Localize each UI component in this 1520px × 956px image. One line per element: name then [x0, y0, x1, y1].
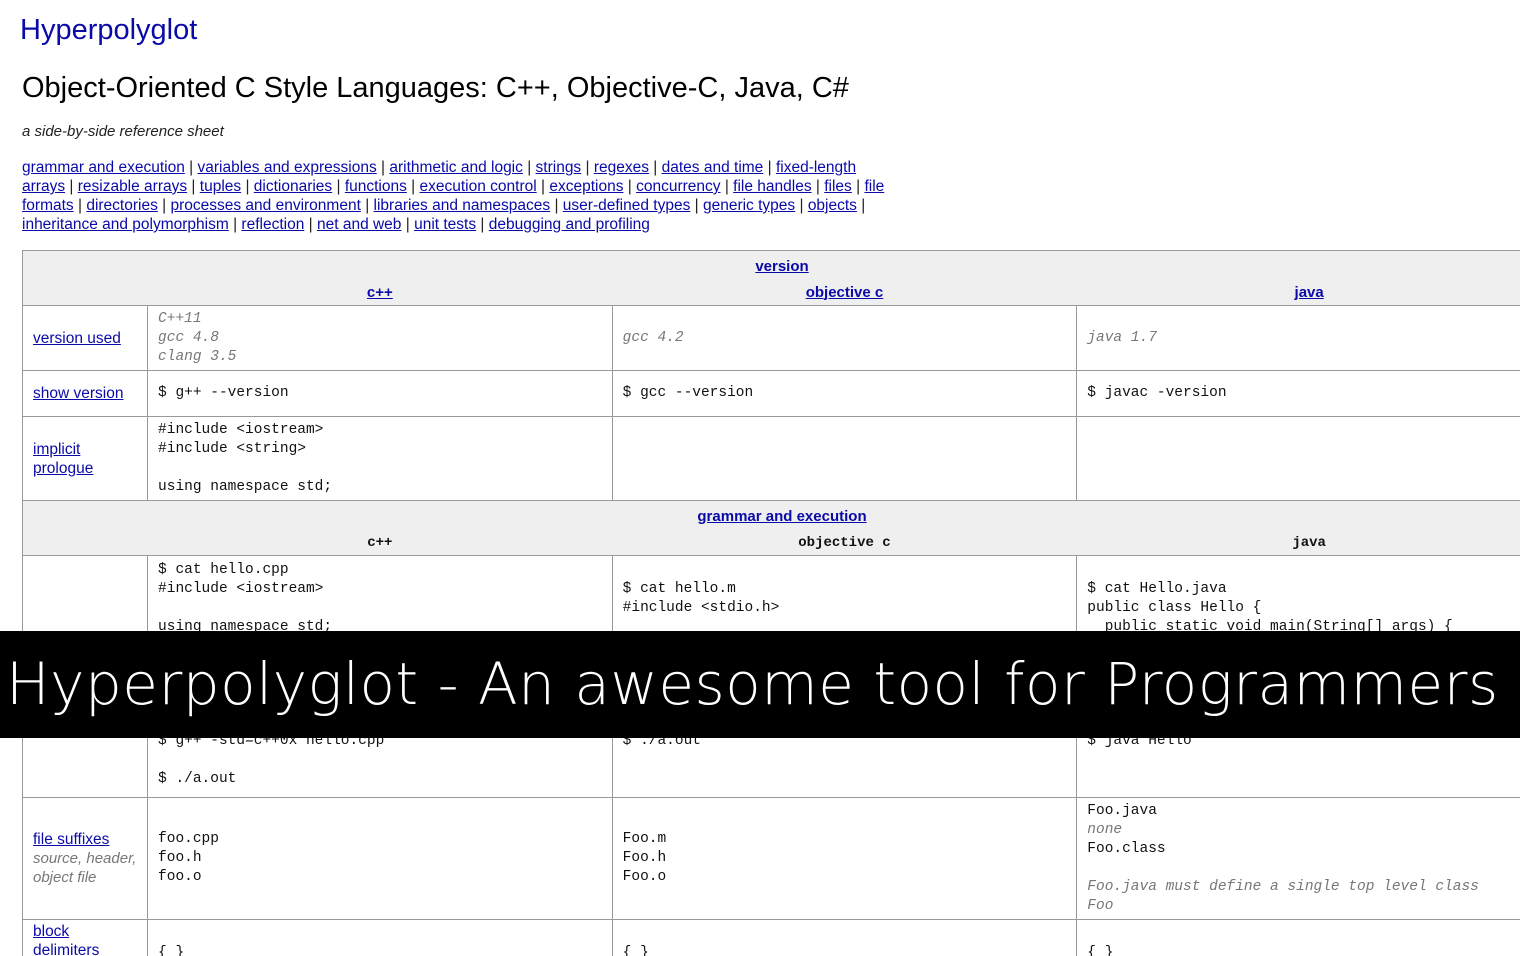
row-label-block-delimiters[interactable]: block delimiters: [33, 923, 99, 956]
table-row: show version $ g++ --version $ gcc --ver…: [21, 370, 1520, 417]
cell-java-version: java 1.7: [1087, 329, 1157, 346]
cell-objc-suffixes: Foo.m Foo.h Foo.o: [622, 831, 667, 885]
cell-cpp-suffixes: foo.cpp foo.h foo.o: [158, 831, 219, 885]
row-note-file-suffixes: source, header, object file: [33, 850, 137, 886]
section-header-version: version: [22, 250, 1520, 279]
lang-label-objc: objective c: [798, 535, 891, 551]
site-title-link[interactable]: Hyperpolyglot: [20, 12, 197, 48]
cell-cpp-hello-top: $ cat hello.cpp #include <iostream> usin…: [158, 562, 333, 635]
language-header-row: c++ objective c java: [21, 529, 1520, 556]
cell-cpp-block: { }: [158, 945, 185, 956]
page-subtitle: a side-by-side reference sheet: [22, 123, 224, 140]
row-label-implicit-prologue[interactable]: implicit prologue: [33, 441, 93, 477]
toc-link[interactable]: net and web: [317, 216, 401, 233]
reference-table: version c++ objective c java version use…: [21, 250, 1520, 956]
cell-java-suffix-note: Foo.java must define a single top level …: [1087, 878, 1479, 914]
cell-java-show-version: $ javac -version: [1087, 385, 1227, 401]
cell-java-block: { }: [1087, 945, 1114, 956]
section-header-grammar: grammar and execution: [22, 500, 1520, 529]
table-row: block delimiters { } { } { }: [21, 919, 1520, 956]
toc-link[interactable]: variables and expressions: [197, 159, 376, 176]
cell-java-hello-top: $ cat Hello.java public class Hello { pu…: [1087, 581, 1453, 635]
table-row: implicit prologue #include <iostream> #i…: [21, 416, 1520, 501]
table-of-contents: grammar and execution | variables and ex…: [22, 159, 885, 233]
toc-link[interactable]: dates and time: [662, 159, 764, 176]
cell-cpp-show-version: $ g++ --version: [158, 385, 289, 401]
row-label-version-used[interactable]: version used: [33, 330, 121, 347]
table-row: file suffixes source, header, object fil…: [21, 797, 1520, 920]
toc-link[interactable]: resizable arrays: [78, 178, 187, 195]
lang-link-java[interactable]: java: [1295, 284, 1324, 301]
cell-objc-block: { }: [622, 945, 649, 956]
cell-java-suffix-source: Foo.java: [1087, 802, 1157, 819]
toc-link[interactable]: grammar and execution: [22, 159, 185, 176]
cell-cpp-prologue: #include <iostream> #include <string> us…: [158, 421, 333, 495]
table-row: version used C++11 gcc 4.8 clang 3.5 gcc…: [21, 305, 1520, 371]
toc-link[interactable]: strings: [536, 159, 582, 176]
reference-page: Hyperpolyglot Object-Oriented C Style La…: [0, 0, 1520, 956]
toc-link[interactable]: processes and environment: [170, 197, 360, 214]
toc-link[interactable]: tuples: [200, 178, 241, 195]
toc-link[interactable]: objects: [808, 197, 857, 214]
toc-link[interactable]: concurrency: [636, 178, 720, 195]
cell-java-suffix-object: Foo.class: [1087, 840, 1166, 857]
lang-link-cpp[interactable]: c++: [367, 284, 393, 301]
toc-link[interactable]: user-defined types: [563, 197, 691, 214]
cell-cpp-version: C++11 gcc 4.8 clang 3.5: [158, 310, 237, 365]
row-label-show-version[interactable]: show version: [33, 385, 123, 402]
toc-link[interactable]: libraries and namespaces: [374, 197, 551, 214]
toc-link[interactable]: arithmetic and logic: [389, 159, 523, 176]
toc-link[interactable]: reflection: [241, 216, 304, 233]
toc-link[interactable]: execution control: [420, 178, 537, 195]
page-title: Object-Oriented C Style Languages: C++, …: [22, 72, 849, 104]
toc-link[interactable]: directories: [86, 197, 158, 214]
section-link-version[interactable]: version: [755, 258, 808, 275]
cell-cpp-hello-bottom: $ g++ -std=c++0x hello.cpp $ ./a.out: [158, 733, 385, 787]
toc-link[interactable]: exceptions: [549, 178, 623, 195]
toc-link[interactable]: functions: [345, 178, 407, 195]
lang-link-objc[interactable]: objective c: [806, 284, 884, 301]
cell-java-suffix-header: none: [1087, 821, 1123, 838]
cell-objc-show-version: $ gcc --version: [622, 385, 754, 401]
toc-link[interactable]: unit tests: [414, 216, 476, 233]
title-banner: Hyperpolyglot - An awesome tool for Prog…: [0, 631, 1520, 738]
toc-link[interactable]: files: [824, 178, 852, 195]
lang-label-java: java: [1292, 535, 1326, 551]
row-label-file-suffixes[interactable]: file suffixes: [33, 831, 109, 848]
cell-objc-hello-top: $ cat hello.m #include <stdio.h>: [622, 581, 780, 616]
language-header-row: c++ objective c java: [21, 279, 1520, 306]
cell-objc-version: gcc 4.2: [622, 329, 684, 346]
section-link-grammar-and-execution[interactable]: grammar and execution: [697, 508, 866, 525]
toc-link[interactable]: file handles: [733, 178, 811, 195]
toc-link[interactable]: generic types: [703, 197, 795, 214]
toc-link[interactable]: debugging and profiling: [489, 216, 650, 233]
toc-link[interactable]: inheritance and polymorphism: [22, 216, 229, 233]
lang-label-cpp: c++: [367, 535, 393, 551]
toc-link[interactable]: regexes: [594, 159, 649, 176]
toc-link[interactable]: dictionaries: [254, 178, 332, 195]
